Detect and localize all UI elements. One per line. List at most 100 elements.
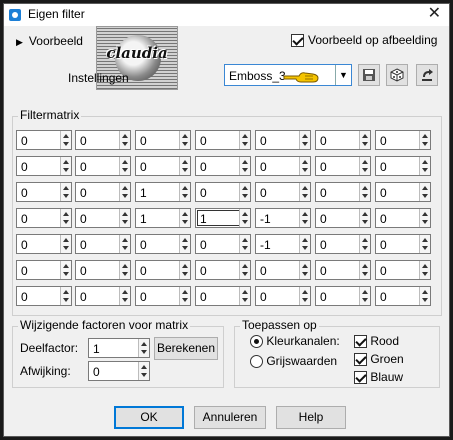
matrix-cell-r6-c4[interactable]: 0 — [195, 260, 251, 280]
blue-check-icon[interactable] — [354, 371, 367, 385]
matrix-cell-spinner[interactable] — [119, 261, 130, 279]
divisor-input[interactable]: 1 — [88, 338, 150, 358]
matrix-cell-r2-c3[interactable]: 0 — [135, 156, 191, 176]
matrix-cell-r3-c1[interactable]: 0 — [16, 182, 72, 202]
matrix-cell-r1-c2[interactable]: 0 — [75, 130, 131, 150]
matrix-cell-r1-c7[interactable]: 0 — [375, 130, 431, 150]
matrix-cell-spinner[interactable] — [299, 209, 310, 227]
matrix-cell-r6-c5[interactable]: 0 — [255, 260, 311, 280]
matrix-cell-r1-c4[interactable]: 0 — [195, 130, 251, 150]
matrix-cell-r2-c2[interactable]: 0 — [75, 156, 131, 176]
chevron-down-icon[interactable]: ▼ — [335, 65, 351, 85]
reset-default-button[interactable] — [416, 64, 438, 86]
preview-on-image-checkbox[interactable]: Voorbeeld op afbeelding — [291, 33, 437, 48]
matrix-cell-r2-c5[interactable]: 0 — [255, 156, 311, 176]
matrix-cell-spinner[interactable] — [60, 261, 71, 279]
matrix-cell-r4-c6[interactable]: 0 — [315, 208, 371, 228]
red-check-icon[interactable] — [354, 335, 367, 349]
reset-preset-button[interactable] — [386, 64, 408, 86]
matrix-cell-spinner[interactable] — [119, 157, 130, 175]
matrix-cell-r5-c6[interactable]: 0 — [315, 234, 371, 254]
matrix-cell-r7-c2[interactable]: 0 — [75, 286, 131, 306]
blue-checkbox[interactable]: Blauw — [354, 370, 403, 385]
matrix-cell-r3-c6[interactable]: 0 — [315, 182, 371, 202]
matrix-cell-spinner[interactable] — [239, 157, 250, 175]
matrix-cell-spinner[interactable] — [419, 235, 430, 253]
divisor-spinner[interactable] — [138, 339, 149, 357]
matrix-cell-spinner[interactable] — [359, 183, 370, 201]
matrix-cell-spinner[interactable] — [299, 235, 310, 253]
matrix-cell-spinner[interactable] — [119, 183, 130, 201]
matrix-cell-spinner[interactable] — [179, 209, 190, 227]
matrix-cell-spinner[interactable] — [119, 287, 130, 305]
matrix-cell-spinner[interactable] — [60, 287, 71, 305]
color-channels-radio-icon[interactable] — [250, 335, 263, 349]
matrix-cell-r3-c5[interactable]: 0 — [255, 182, 311, 202]
matrix-cell-spinner[interactable] — [419, 209, 430, 227]
matrix-cell-r5-c3[interactable]: 0 — [135, 234, 191, 254]
grayscale-radio-icon[interactable] — [250, 355, 263, 369]
matrix-cell-r2-c1[interactable]: 0 — [16, 156, 72, 176]
matrix-cell-spinner[interactable] — [119, 131, 130, 149]
matrix-cell-spinner[interactable] — [299, 261, 310, 279]
matrix-cell-r5-c1[interactable]: 0 — [16, 234, 72, 254]
ok-button[interactable]: OK — [114, 406, 184, 429]
matrix-cell-r7-c7[interactable]: 0 — [375, 286, 431, 306]
matrix-cell-r5-c4[interactable]: 0 — [195, 234, 251, 254]
matrix-cell-r6-c7[interactable]: 0 — [375, 260, 431, 280]
matrix-cell-spinner[interactable] — [419, 157, 430, 175]
matrix-cell-r5-c2[interactable]: 0 — [75, 234, 131, 254]
matrix-cell-r7-c1[interactable]: 0 — [16, 286, 72, 306]
matrix-cell-r3-c3[interactable]: 1 — [135, 182, 191, 202]
color-channels-radio[interactable]: Kleurkanalen: — [250, 334, 340, 349]
matrix-cell-spinner[interactable] — [239, 287, 250, 305]
matrix-cell-spinner[interactable] — [419, 287, 430, 305]
matrix-cell-r7-c4[interactable]: 0 — [195, 286, 251, 306]
matrix-cell-spinner[interactable] — [359, 157, 370, 175]
matrix-cell-spinner[interactable] — [60, 209, 71, 227]
matrix-cell-spinner[interactable] — [239, 183, 250, 201]
matrix-cell-spinner[interactable] — [179, 235, 190, 253]
matrix-cell-r7-c5[interactable]: 0 — [255, 286, 311, 306]
bias-input[interactable]: 0 — [88, 361, 150, 381]
matrix-cell-spinner[interactable] — [179, 287, 190, 305]
matrix-cell-r4-c4[interactable]: 1 — [195, 208, 251, 228]
matrix-cell-r1-c5[interactable]: 0 — [255, 130, 311, 150]
matrix-cell-spinner[interactable] — [60, 235, 71, 253]
matrix-cell-spinner[interactable] — [179, 183, 190, 201]
matrix-cell-spinner[interactable] — [239, 131, 250, 149]
matrix-cell-r2-c4[interactable]: 0 — [195, 156, 251, 176]
matrix-cell-r7-c6[interactable]: 0 — [315, 286, 371, 306]
matrix-cell-spinner[interactable] — [119, 235, 130, 253]
matrix-cell-r5-c5[interactable]: -1 — [255, 234, 311, 254]
matrix-cell-r5-c7[interactable]: 0 — [375, 234, 431, 254]
matrix-cell-r3-c7[interactable]: 0 — [375, 182, 431, 202]
matrix-cell-r2-c6[interactable]: 0 — [315, 156, 371, 176]
close-icon[interactable]: ✕ — [428, 5, 441, 23]
matrix-cell-r6-c2[interactable]: 0 — [75, 260, 131, 280]
save-preset-button[interactable] — [358, 64, 380, 86]
matrix-cell-r4-c2[interactable]: 0 — [75, 208, 131, 228]
matrix-cell-spinner[interactable] — [299, 287, 310, 305]
matrix-cell-spinner[interactable] — [419, 261, 430, 279]
matrix-cell-r6-c3[interactable]: 0 — [135, 260, 191, 280]
matrix-cell-r4-c1[interactable]: 0 — [16, 208, 72, 228]
matrix-cell-r4-c5[interactable]: -1 — [255, 208, 311, 228]
matrix-cell-spinner[interactable] — [60, 131, 71, 149]
matrix-cell-spinner[interactable] — [239, 261, 250, 279]
matrix-cell-spinner[interactable] — [239, 235, 250, 253]
matrix-cell-spinner[interactable] — [179, 261, 190, 279]
matrix-cell-spinner[interactable] — [60, 183, 71, 201]
matrix-cell-r4-c7[interactable]: 0 — [375, 208, 431, 228]
green-checkbox[interactable]: Groen — [354, 352, 404, 367]
matrix-cell-spinner[interactable] — [299, 183, 310, 201]
matrix-cell-r6-c1[interactable]: 0 — [16, 260, 72, 280]
matrix-cell-spinner[interactable] — [179, 157, 190, 175]
matrix-cell-r6-c6[interactable]: 0 — [315, 260, 371, 280]
matrix-cell-r4-c3[interactable]: 1 — [135, 208, 191, 228]
matrix-cell-r1-c1[interactable]: 0 — [16, 130, 72, 150]
matrix-cell-spinner[interactable] — [239, 209, 250, 227]
help-button[interactable]: Help — [276, 406, 346, 429]
grayscale-radio[interactable]: Grijswaarden — [250, 354, 337, 369]
matrix-cell-spinner[interactable] — [359, 261, 370, 279]
